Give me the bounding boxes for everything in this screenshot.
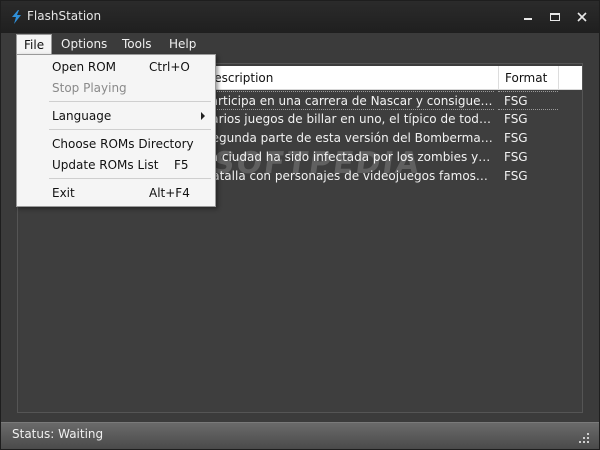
menu-open-rom[interactable]: Open ROM Ctrl+O (18, 57, 214, 77)
cell-format: FSG (504, 150, 528, 164)
resize-grip-icon[interactable] (579, 433, 591, 445)
cell-format: FSG (504, 112, 528, 126)
maximize-button[interactable] (544, 7, 566, 27)
maximize-icon (550, 13, 560, 21)
cell-format: FSG (504, 131, 528, 145)
menu-choose-dir-label: Choose ROMs Directory (52, 137, 194, 151)
menu-stop-playing: Stop Playing (18, 78, 214, 98)
menu-language[interactable]: Language (18, 106, 214, 126)
menu-file[interactable]: File (16, 34, 53, 54)
menu-bar: File Options Tools Help (1, 33, 599, 55)
status-text: Status: Waiting (12, 427, 104, 441)
submenu-arrow-icon (201, 112, 205, 120)
menu-update-list-label: Update ROMs List (52, 158, 159, 172)
title-bar[interactable]: FlashStation (1, 1, 599, 33)
close-icon (577, 12, 587, 22)
cell-description: Varios juegos de billar en uno, el típic… (204, 112, 494, 126)
menu-open-rom-shortcut: Ctrl+O (149, 60, 190, 74)
cell-format: FSG (498, 91, 558, 110)
menu-update-roms-list[interactable]: Update ROMs List F5 (18, 155, 214, 175)
menu-exit-shortcut: Alt+F4 (149, 186, 190, 200)
status-bar: Status: Waiting (1, 422, 599, 449)
menu-separator (49, 101, 211, 102)
minimize-button[interactable] (517, 7, 539, 27)
column-header-format[interactable]: Format (498, 66, 558, 90)
app-icon (12, 10, 21, 24)
column-header-description[interactable]: Description (198, 66, 498, 90)
cell-format: FSG (504, 169, 528, 183)
menu-choose-roms-directory[interactable]: Choose ROMs Directory (18, 134, 214, 154)
menu-help[interactable]: Help (162, 34, 203, 54)
menu-open-rom-label: Open ROM (52, 60, 117, 74)
menu-separator (49, 129, 211, 130)
menu-stop-playing-label: Stop Playing (52, 81, 127, 95)
close-button[interactable] (571, 7, 593, 27)
file-menu-dropdown: Open ROM Ctrl+O Stop Playing Language Ch… (16, 54, 216, 207)
column-header-filler (558, 66, 582, 90)
cell-description: Participa en una carrera de Nascar y con… (198, 91, 494, 110)
watermark: SOFTPEDIA (210, 146, 424, 181)
menu-exit[interactable]: Exit Alt+F4 (18, 183, 214, 203)
menu-separator (49, 178, 211, 179)
menu-exit-label: Exit (52, 186, 75, 200)
minimize-icon (524, 18, 532, 20)
menu-update-list-shortcut: F5 (174, 158, 189, 172)
menu-tools[interactable]: Tools (115, 34, 159, 54)
menu-options[interactable]: Options (54, 34, 114, 54)
menu-language-label: Language (52, 109, 112, 123)
app-window: FlashStation File Options Tools Help Des… (0, 0, 600, 450)
window-title: FlashStation (27, 9, 102, 23)
